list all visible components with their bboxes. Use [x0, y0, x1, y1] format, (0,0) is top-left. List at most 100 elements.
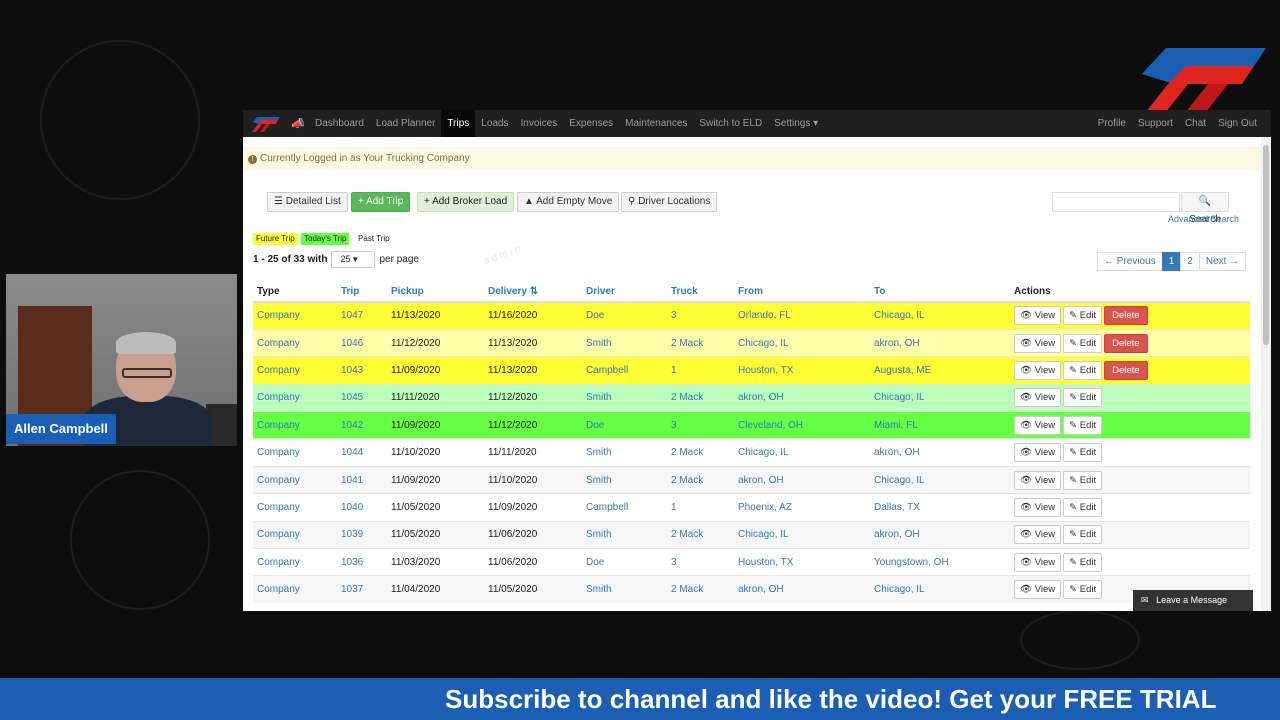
pagination-next[interactable]: Next →	[1198, 252, 1247, 271]
cell-to[interactable]: Miami, FL	[870, 411, 1010, 439]
nav-maintenances[interactable]: Maintenances	[619, 110, 693, 137]
cell-driver[interactable]: Smith	[582, 575, 667, 604]
search-button[interactable]: 🔍 Search	[1181, 192, 1229, 225]
nav-sign-out[interactable]: Sign Out	[1212, 110, 1263, 137]
navbar-logo-icon[interactable]	[251, 116, 281, 132]
delete-button[interactable]: Delete	[1104, 333, 1148, 353]
cell-to[interactable]: akron, OH	[870, 520, 1010, 549]
cell-truck[interactable]: 2 Mack	[667, 575, 734, 604]
nav-expenses[interactable]: Expenses	[563, 110, 619, 137]
edit-button[interactable]: ✎ Edit	[1063, 443, 1103, 463]
cell-trip[interactable]: 1036	[337, 548, 387, 576]
cell-from[interactable]: Houston, TX	[734, 548, 870, 576]
cell-trip[interactable]: 1043	[337, 356, 387, 385]
edit-button[interactable]: ✎ Edit	[1063, 525, 1103, 545]
cell-driver[interactable]: Smith	[582, 465, 667, 494]
pagination-previous[interactable]: ← Previous	[1097, 252, 1163, 271]
cell-to[interactable]: Chicago, IL	[870, 301, 1010, 330]
cell-truck[interactable]: 3	[667, 548, 734, 576]
cell-from[interactable]: akron, OH	[734, 465, 870, 494]
per-page-select[interactable]: 25 ▾	[331, 251, 376, 268]
cell-type[interactable]: Company	[253, 328, 337, 357]
cell-to[interactable]: akron, OH	[870, 328, 1010, 357]
scrollbar-thumb[interactable]	[1263, 145, 1269, 345]
delete-button[interactable]: Delete	[1104, 360, 1148, 380]
cell-type[interactable]: Company	[253, 548, 337, 576]
header-to[interactable]: To	[870, 282, 1010, 303]
add-broker-load-button[interactable]: + Add Broker Load	[417, 192, 515, 212]
nav-load-planner[interactable]: Load Planner	[370, 110, 442, 137]
cell-trip[interactable]: 1046	[337, 328, 387, 357]
cell-from[interactable]: Chicago, IL	[734, 328, 870, 357]
cell-truck[interactable]: 2 Mack	[667, 520, 734, 549]
driver-locations-button[interactable]: ⚲ Driver Locations	[621, 192, 718, 212]
cell-truck[interactable]: 2 Mack	[667, 328, 734, 357]
cell-truck[interactable]: 2 Mack	[667, 465, 734, 494]
cell-from[interactable]: Phoenix, AZ	[734, 493, 870, 522]
nav-loads[interactable]: Loads	[475, 110, 514, 137]
cell-driver[interactable]: Doe	[582, 301, 667, 330]
cell-from[interactable]: akron, OH	[734, 383, 870, 412]
detailed-list-button[interactable]: ☰ Detailed List	[267, 192, 348, 212]
cell-type[interactable]: Company	[253, 493, 337, 522]
cell-driver[interactable]: Campbell	[582, 493, 667, 522]
nav-dashboard[interactable]: Dashboard	[309, 110, 370, 137]
view-button[interactable]: 👁 View	[1014, 497, 1062, 517]
cell-from[interactable]: Orlando, FL	[734, 301, 870, 330]
edit-button[interactable]: ✎ Edit	[1063, 333, 1103, 353]
edit-button[interactable]: ✎ Edit	[1063, 388, 1103, 408]
cell-to[interactable]: Chicago, IL	[870, 383, 1010, 412]
cell-trip[interactable]: 1040	[337, 493, 387, 522]
cell-type[interactable]: Company	[253, 465, 337, 494]
cell-truck[interactable]: 1	[667, 356, 734, 385]
add-empty-move-button[interactable]: ▲ Add Empty Move	[517, 192, 620, 212]
header-trip[interactable]: Trip	[337, 282, 387, 303]
search-input[interactable]	[1052, 192, 1180, 212]
cell-type[interactable]: Company	[253, 411, 337, 439]
cell-driver[interactable]: Smith	[582, 383, 667, 412]
header-truck[interactable]: Truck	[667, 282, 734, 303]
cell-type[interactable]: Company	[253, 356, 337, 385]
view-button[interactable]: 👁 View	[1014, 333, 1062, 353]
cell-type[interactable]: Company	[253, 301, 337, 330]
advanced-search-link[interactable]: Advanced Search	[1168, 214, 1239, 224]
cell-truck[interactable]: 3	[667, 301, 734, 330]
delete-button[interactable]: Delete	[1104, 306, 1148, 326]
header-driver[interactable]: Driver	[582, 282, 667, 303]
pagination-page-2[interactable]: 2	[1180, 252, 1200, 271]
nav-profile[interactable]: Profile	[1092, 110, 1132, 137]
cell-type[interactable]: Company	[253, 575, 337, 604]
cell-driver[interactable]: Doe	[582, 411, 667, 439]
view-button[interactable]: 👁 View	[1014, 388, 1062, 408]
leave-message-widget[interactable]: ✉ Leave a Message	[1133, 590, 1253, 611]
cell-trip[interactable]: 1042	[337, 411, 387, 439]
cell-driver[interactable]: Smith	[582, 520, 667, 549]
cell-to[interactable]: Chicago, IL	[870, 465, 1010, 494]
cell-trip[interactable]: 1039	[337, 520, 387, 549]
cell-trip[interactable]: 1041	[337, 465, 387, 494]
cell-from[interactable]: Cleveland, OH	[734, 411, 870, 439]
cell-from[interactable]: Chicago, IL	[734, 438, 870, 467]
view-button[interactable]: 👁 View	[1014, 580, 1062, 600]
edit-button[interactable]: ✎ Edit	[1063, 415, 1103, 435]
edit-button[interactable]: ✎ Edit	[1063, 360, 1103, 380]
view-button[interactable]: 👁 View	[1014, 470, 1062, 490]
nav-chat[interactable]: Chat	[1179, 110, 1212, 137]
nav-settings-dropdown[interactable]: Settings ▾	[768, 110, 824, 137]
cell-driver[interactable]: Smith	[582, 328, 667, 357]
nav-switch-to-eld[interactable]: Switch to ELD	[693, 110, 768, 137]
cell-driver[interactable]: Campbell	[582, 356, 667, 385]
cell-to[interactable]: akron, OH	[870, 438, 1010, 467]
cell-driver[interactable]: Doe	[582, 548, 667, 576]
cell-to[interactable]: Chicago, IL	[870, 575, 1010, 604]
nav-trips[interactable]: Trips	[441, 110, 476, 137]
pagination-page-1[interactable]: 1	[1161, 252, 1182, 271]
view-button[interactable]: 👁 View	[1014, 552, 1062, 572]
cell-truck[interactable]: 2 Mack	[667, 383, 734, 412]
view-button[interactable]: 👁 View	[1014, 415, 1062, 435]
announcements-icon[interactable]: 📣	[291, 117, 309, 130]
cell-to[interactable]: Augusta, ME	[870, 356, 1010, 385]
edit-button[interactable]: ✎ Edit	[1063, 306, 1103, 326]
cell-truck[interactable]: 2 Mack	[667, 438, 734, 467]
edit-button[interactable]: ✎ Edit	[1063, 580, 1103, 600]
